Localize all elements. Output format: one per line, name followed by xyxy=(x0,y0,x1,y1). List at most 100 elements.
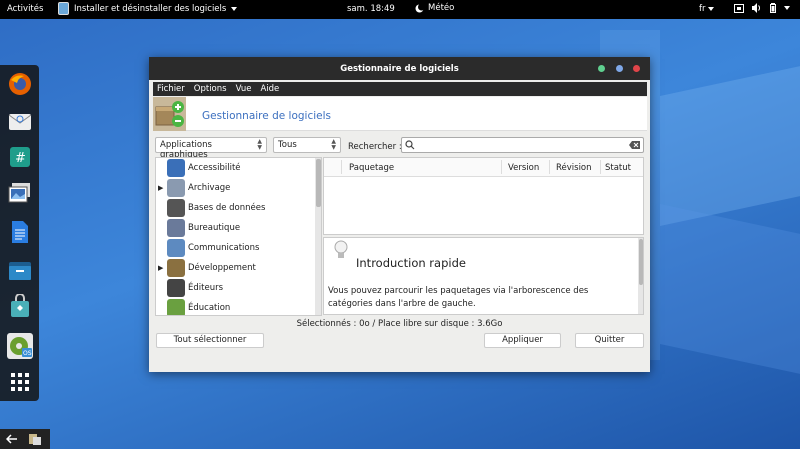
category-label: Éditeurs xyxy=(188,283,224,293)
scrollbar-thumb[interactable] xyxy=(639,239,643,285)
app-grid-icon[interactable] xyxy=(5,367,34,396)
status-line: Sélectionnés : 0o / Place libre sur disq… xyxy=(296,319,503,329)
document-icon[interactable] xyxy=(5,217,34,246)
files-icon[interactable] xyxy=(5,255,34,284)
title-bar[interactable]: Gestionnaire de logiciels xyxy=(149,57,650,80)
top-bar: Activités Installer et désinstaller des … xyxy=(0,0,800,19)
menu-options[interactable]: Options xyxy=(194,84,227,94)
window-title: Gestionnaire de logiciels xyxy=(340,64,459,74)
svg-text:#: # xyxy=(15,151,26,166)
taskbar xyxy=(0,429,50,449)
status-filter-select[interactable]: Tous ▲ ▼ xyxy=(273,137,341,153)
weather-indicator[interactable]: Météo xyxy=(415,3,454,13)
spin-arrows-icon: ▲ ▼ xyxy=(331,138,336,151)
editors-icon xyxy=(167,279,185,297)
firefox-icon[interactable] xyxy=(5,69,34,98)
app-icon xyxy=(58,2,69,15)
software-icon[interactable] xyxy=(5,291,34,320)
weather-label: Météo xyxy=(428,3,455,13)
category-label: Communications xyxy=(188,243,260,253)
expand-arrow-icon[interactable]: ▶ xyxy=(158,184,163,192)
wallpaper-shape xyxy=(660,204,800,376)
category-item[interactable]: Bureautique xyxy=(156,218,314,238)
development-icon xyxy=(167,259,185,277)
clock[interactable]: sam. 18:49 xyxy=(347,4,395,14)
column-revision[interactable]: Révision xyxy=(556,163,592,173)
battery-icon xyxy=(770,3,776,13)
chevron-down-icon xyxy=(708,7,715,11)
mail-icon[interactable] xyxy=(5,106,34,135)
minimize-button[interactable] xyxy=(598,65,605,72)
menu-bar: Fichier Options Vue Aide xyxy=(153,82,647,96)
scrollbar-thumb[interactable] xyxy=(316,159,321,207)
column-version[interactable]: Version xyxy=(508,163,539,173)
column-separator xyxy=(341,160,342,174)
intro-panel: Introduction rapide Vous pouvez parcouri… xyxy=(323,237,644,315)
photos-icon[interactable] xyxy=(5,178,34,207)
category-filter-select[interactable]: Applications graphiques ▲ ▼ xyxy=(155,137,267,160)
menu-fichier[interactable]: Fichier xyxy=(157,84,185,94)
search-icon xyxy=(405,140,415,150)
column-separator xyxy=(549,160,550,174)
language-selector[interactable]: fr xyxy=(699,4,715,14)
category-item[interactable]: Communications xyxy=(156,238,314,258)
office-icon xyxy=(167,219,185,237)
category-item[interactable]: Bases de données xyxy=(156,198,314,218)
quit-button[interactable]: Quitter xyxy=(575,333,644,348)
menu-vue[interactable]: Vue xyxy=(236,84,252,94)
maximize-button[interactable] xyxy=(616,65,623,72)
dock: # OS xyxy=(0,65,39,401)
accessibility-icon xyxy=(167,159,185,177)
chevron-down-icon xyxy=(231,6,238,11)
category-item[interactable]: Éducation xyxy=(156,298,314,315)
column-separator xyxy=(600,160,601,174)
category-label: Accessibilité xyxy=(188,163,241,173)
volume-icon xyxy=(752,3,761,13)
category-label: Éducation xyxy=(188,303,231,313)
column-paquetage[interactable]: Paquetage xyxy=(349,163,394,173)
category-item[interactable]: ▶ Archivage xyxy=(156,178,314,198)
database-icon xyxy=(167,199,185,217)
column-separator xyxy=(501,160,502,174)
package-table-header: Paquetage Version Révision Statut xyxy=(324,158,643,177)
status-filter-value: Tous xyxy=(278,140,297,150)
category-tree[interactable]: Accessibilité ▶ Archivage Bases de données B… xyxy=(155,157,322,316)
category-label: Bases de données xyxy=(188,203,266,213)
chat-icon[interactable]: # xyxy=(5,142,34,171)
activities-button[interactable]: Activités xyxy=(7,4,43,14)
package-table[interactable]: Paquetage Version Révision Statut xyxy=(323,157,644,235)
moon-icon xyxy=(415,3,424,12)
category-label: Bureautique xyxy=(188,223,241,233)
app-menu-label: Installer et désinstaller des logiciels xyxy=(74,3,227,14)
intro-text: Vous pouvez parcourir les paquetages via… xyxy=(328,286,589,309)
spin-arrows-icon: ▲ ▼ xyxy=(257,138,262,151)
package-manager-icon xyxy=(153,97,186,131)
category-item[interactable]: Accessibilité xyxy=(156,158,314,178)
category-item[interactable]: Éditeurs xyxy=(156,278,314,298)
software-manager-window: Gestionnaire de logiciels Fichier Option… xyxy=(149,57,650,372)
category-label: Développement xyxy=(188,263,256,273)
banner-title: Gestionnaire de logiciels xyxy=(202,110,331,122)
menu-aide[interactable]: Aide xyxy=(260,84,279,94)
close-button[interactable] xyxy=(633,65,640,72)
category-item[interactable]: ▶ Développement xyxy=(156,258,314,278)
search-input[interactable] xyxy=(401,137,644,153)
clipboard-icon[interactable] xyxy=(28,433,42,445)
intro-title: Introduction rapide xyxy=(356,256,466,270)
apply-button[interactable]: Appliquer xyxy=(484,333,561,348)
intro-scrollbar[interactable] xyxy=(638,238,643,314)
system-menu[interactable] xyxy=(734,3,790,13)
select-all-button[interactable]: Tout sélectionner xyxy=(156,333,264,348)
svg-text:OS: OS xyxy=(23,350,32,357)
installer-icon[interactable]: OS xyxy=(5,331,34,360)
archive-icon xyxy=(167,179,185,197)
back-arrow-icon[interactable] xyxy=(6,434,18,444)
column-statut[interactable]: Statut xyxy=(605,163,631,173)
clear-icon[interactable] xyxy=(629,141,640,149)
category-scrollbar[interactable] xyxy=(315,158,321,315)
expand-arrow-icon[interactable]: ▶ xyxy=(158,264,163,272)
category-label: Archivage xyxy=(188,183,231,193)
app-menu[interactable]: Installer et désinstaller des logiciels xyxy=(58,2,238,15)
header-banner: Gestionnaire de logiciels xyxy=(153,97,647,131)
education-icon xyxy=(167,299,185,315)
